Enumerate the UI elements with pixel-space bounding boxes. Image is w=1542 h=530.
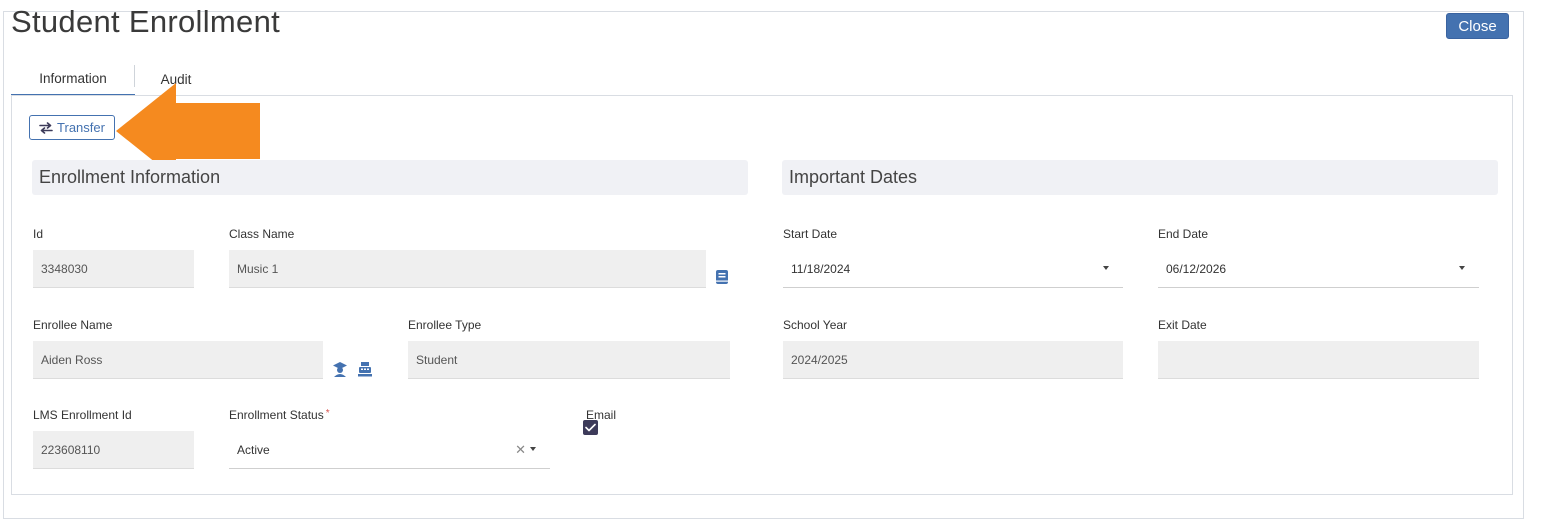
chevron-down-icon[interactable] (1103, 266, 1109, 270)
required-mark: * (325, 408, 330, 419)
enrollment-status-label-text: Enrollment Status (229, 408, 324, 422)
exit-date-label: Exit Date (1158, 318, 1207, 332)
enrollment-info-header: Enrollment Information (32, 160, 748, 195)
transfer-label: Transfer (57, 120, 105, 135)
register-icon[interactable] (357, 361, 373, 377)
end-date-field[interactable]: 06/12/2026 (1158, 250, 1479, 288)
enrollment-status-value: Active (237, 442, 270, 457)
end-date-value: 06/12/2026 (1166, 261, 1227, 276)
start-date-label: Start Date (783, 227, 838, 241)
school-year-label: School Year (783, 318, 848, 332)
book-icon[interactable] (715, 269, 731, 285)
email-checkbox[interactable] (583, 420, 598, 435)
start-date-field[interactable]: 11/18/2024 (783, 250, 1123, 288)
class-name-label: Class Name (229, 227, 295, 241)
lms-enrollment-id-label: LMS Enrollment Id (33, 408, 132, 422)
dialog-title: Student Enrollment (11, 4, 281, 39)
enrollee-type-label: Enrollee Type (408, 318, 482, 332)
swap-arrows-icon (39, 121, 53, 134)
clear-x-icon[interactable]: ✕ (515, 442, 526, 458)
id-label: Id (33, 227, 44, 241)
exit-date-field (1158, 341, 1479, 379)
checkmark-icon (585, 423, 596, 432)
id-field: 3348030 (33, 250, 194, 288)
chevron-down-icon[interactable] (530, 447, 536, 451)
enrollee-name-field: Aiden Ross (33, 341, 323, 379)
class-name-field: Music 1 (229, 250, 706, 288)
start-date-value: 11/18/2024 (791, 261, 851, 276)
lms-enrollment-id-field: 223608110 (33, 431, 194, 469)
graduate-icon[interactable] (332, 361, 348, 377)
transfer-button[interactable]: Transfer (29, 115, 115, 140)
school-year-field: 2024/2025 (783, 341, 1123, 379)
chevron-down-icon[interactable] (1459, 266, 1465, 270)
end-date-label: End Date (1158, 227, 1209, 241)
enrollee-name-label: Enrollee Name (33, 318, 113, 332)
close-button[interactable]: Close (1446, 13, 1509, 39)
important-dates-header: Important Dates (782, 160, 1498, 195)
enrollment-status-label: Enrollment Status * (229, 408, 330, 422)
enrollee-type-field: Student (408, 341, 730, 379)
enrollment-status-select[interactable]: Active ✕ (229, 431, 550, 469)
